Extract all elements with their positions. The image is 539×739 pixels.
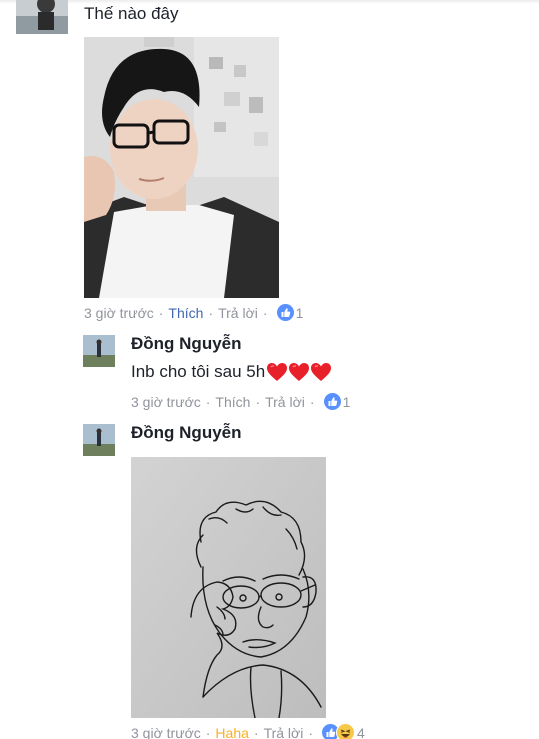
separator: · — [158, 304, 164, 321]
comment-photo[interactable] — [84, 37, 279, 298]
timestamp: 3 giờ trước — [131, 393, 201, 410]
reaction-count[interactable]: 1 — [343, 394, 351, 410]
reply-button[interactable]: Trả lời — [265, 394, 305, 410]
avatar-photo — [83, 424, 115, 456]
heart-emoji-group — [266, 362, 332, 382]
separator: · — [308, 724, 314, 739]
avatar-photo — [16, 0, 68, 34]
like-icon[interactable] — [323, 393, 341, 410]
like-button[interactable]: Thích — [215, 394, 250, 410]
heart-icon — [267, 363, 288, 381]
heart-icon — [289, 363, 310, 381]
reply-author[interactable]: Đồng Nguyễn — [131, 334, 242, 354]
scroll-edge — [0, 0, 539, 4]
comment-actions: 3 giờ trước · Thích · Trả lời · 1 — [84, 304, 303, 321]
reply-text: Inb cho tôi sau 5h — [131, 362, 266, 381]
caricature-drawing-image — [131, 457, 326, 718]
separator: · — [205, 724, 211, 739]
separator: · — [208, 304, 214, 321]
separator: · — [253, 724, 259, 739]
like-button[interactable]: Thích — [168, 305, 203, 321]
timestamp: 3 giờ trước — [84, 304, 154, 321]
separator: · — [205, 393, 211, 410]
heart-icon — [311, 363, 332, 381]
separator: · — [309, 393, 315, 410]
reply-photo[interactable] — [131, 457, 326, 718]
like-button[interactable]: Haha — [215, 725, 248, 739]
reply-actions: 3 giờ trước · Haha · Trả lời · 4 — [131, 723, 365, 739]
reaction-count[interactable]: 1 — [296, 305, 304, 321]
reply-actions: 3 giờ trước · Thích · Trả lời · 1 — [131, 393, 350, 410]
separator: · — [262, 304, 268, 321]
timestamp: 3 giờ trước — [131, 724, 201, 739]
reply-button[interactable]: Trả lời — [218, 305, 258, 321]
reply-author[interactable]: Đồng Nguyễn — [131, 423, 242, 443]
separator: · — [255, 393, 261, 410]
avatar[interactable] — [83, 335, 115, 367]
haha-icon[interactable] — [336, 723, 356, 739]
comment-text: Thế nào đây — [84, 4, 179, 23]
avatar-photo — [83, 335, 115, 367]
reply-text-row: Inb cho tôi sau 5h — [131, 362, 332, 382]
reaction-count[interactable]: 4 — [357, 725, 365, 739]
avatar[interactable] — [16, 0, 68, 34]
selfie-image — [84, 37, 279, 298]
reply-button[interactable]: Trả lời — [264, 725, 304, 739]
like-icon[interactable] — [276, 304, 294, 321]
comment-thread: Thế nào đây 3 giờ trước · Thích · Trả lờ… — [0, 0, 539, 739]
avatar[interactable] — [83, 424, 115, 456]
